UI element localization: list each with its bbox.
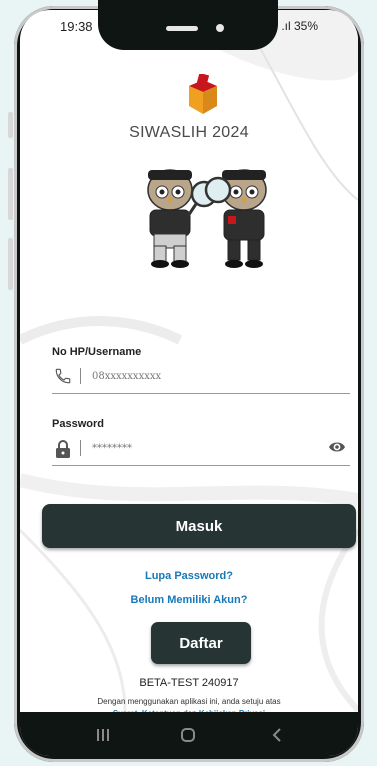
phone-icon — [55, 368, 71, 384]
back-icon[interactable] — [270, 727, 284, 743]
phone-side-button — [8, 168, 13, 220]
password-input[interactable] — [90, 438, 294, 458]
password-underline — [52, 465, 350, 466]
password-field[interactable] — [52, 430, 350, 466]
password-separator — [80, 440, 81, 456]
status-time: 19:38 — [60, 19, 93, 34]
camera-notch — [98, 0, 278, 50]
username-underline — [52, 393, 350, 394]
login-button[interactable]: Masuk — [42, 504, 356, 548]
login-screen: 19:38 .ıl 35% SIWASLIH 2024 No HP/Userna… — [20, 10, 358, 756]
speaker-grille — [166, 26, 198, 31]
eye-icon[interactable] — [328, 440, 346, 454]
username-field[interactable] — [52, 358, 350, 394]
version-label: BETA-TEST 240917 — [139, 677, 239, 689]
ballot-box-icon — [189, 74, 217, 114]
phone-side-button — [8, 238, 13, 290]
recents-icon[interactable] — [96, 728, 110, 742]
phone-side-button — [8, 112, 13, 138]
lock-icon — [56, 440, 70, 458]
battery-indicator: .ıl 35% — [281, 19, 318, 33]
home-icon[interactable] — [180, 727, 196, 743]
username-label: No HP/Username — [52, 346, 142, 358]
username-separator — [80, 368, 81, 384]
username-input[interactable] — [90, 366, 294, 386]
navigation-bar — [20, 712, 358, 756]
owl-mascots-image — [147, 169, 267, 268]
terms-text: Dengan menggunakan aplikasi ini, anda se… — [97, 697, 281, 706]
app-title: SIWASLIH 2024 — [129, 124, 249, 141]
register-button[interactable]: Daftar — [151, 622, 251, 664]
no-account-link[interactable]: Belum Memiliki Akun? — [20, 594, 358, 606]
password-label: Password — [52, 418, 104, 430]
forgot-password-link[interactable]: Lupa Password? — [20, 570, 358, 582]
camera-dot — [216, 24, 224, 32]
